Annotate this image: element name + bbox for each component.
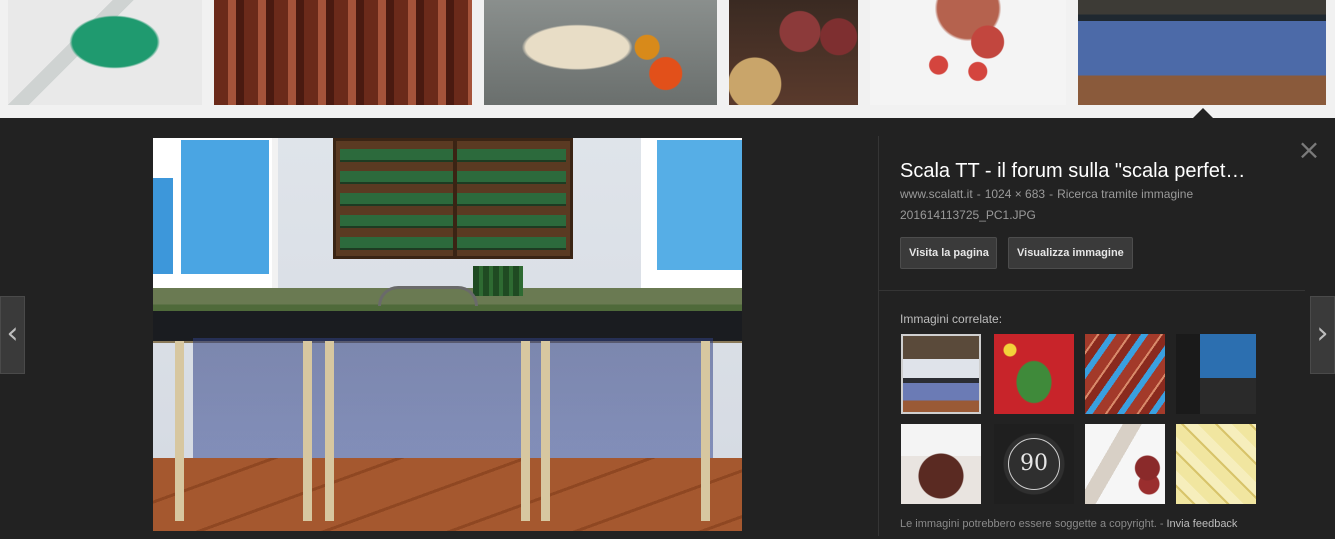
footer-separator: - — [1159, 518, 1164, 530]
copyright-note: Le immagini potrebbero essere soggette a… — [900, 518, 1157, 530]
meta-separator: - — [1049, 187, 1054, 201]
image-floor — [153, 458, 742, 531]
related-image-sausages[interactable] — [1085, 334, 1165, 414]
copyright-footer: Le immagini potrebbero essere soggette a… — [900, 518, 1237, 530]
chevron-right-icon: › — [1316, 316, 1329, 351]
result-filename: 201614113725_PC1.JPG — [900, 208, 1036, 222]
strip-thumbnail-wrap-sandwich[interactable] — [484, 0, 717, 105]
image-layout-board — [153, 311, 742, 341]
image-wall-shadow — [193, 338, 713, 458]
send-feedback-link[interactable]: Invia feedback — [1167, 518, 1238, 530]
previous-arrow-button[interactable]: ‹ — [0, 296, 25, 374]
image-table-leg — [521, 341, 530, 521]
image-window-left — [153, 138, 278, 288]
strip-thumbnail-hanging-sausages[interactable] — [214, 0, 472, 105]
image-display-cabinet — [333, 138, 573, 259]
view-image-button[interactable]: Visualizza immagine — [1008, 237, 1133, 269]
related-image-salami-sliced[interactable] — [1085, 424, 1165, 504]
next-arrow-button[interactable]: › — [1310, 296, 1335, 374]
image-table-leg — [701, 341, 710, 521]
related-image-model-railway[interactable] — [901, 334, 981, 414]
strip-thumbnail-salami-slices[interactable] — [729, 0, 858, 105]
result-site[interactable]: www.scalatt.it — [900, 187, 973, 201]
strip-thumbnail-valve-block[interactable] — [8, 0, 202, 105]
related-image-salami-cover[interactable] — [901, 424, 981, 504]
image-trees — [473, 266, 523, 296]
visit-page-button[interactable]: Visita la pagina — [900, 237, 997, 269]
strip-thumbnail-salami-on-white[interactable] — [870, 0, 1066, 105]
search-by-image-link[interactable]: Ricerca tramite immagine — [1057, 187, 1193, 201]
result-title-link[interactable]: Scala TT - il forum sulla "scala perfet… — [900, 160, 1290, 183]
info-divider — [879, 290, 1305, 291]
chevron-left-icon: ‹ — [6, 316, 19, 351]
related-image-anniversary-seal[interactable]: 90 — [994, 424, 1074, 504]
result-dimensions: 1024 × 683 — [984, 187, 1046, 201]
preview-main-image[interactable] — [153, 138, 742, 531]
image-table-leg — [175, 341, 184, 521]
image-table-leg — [325, 341, 334, 521]
related-image-christmas-tree[interactable] — [994, 334, 1074, 414]
related-images-label: Immagini correlate: — [900, 312, 1003, 326]
thumbnail-strip — [0, 0, 1335, 118]
related-image-presenter[interactable] — [1176, 334, 1256, 414]
related-image-cheese-cubes[interactable] — [1176, 424, 1256, 504]
meta-separator: - — [976, 187, 981, 201]
strip-thumbnail-model-railway-selected[interactable] — [1078, 0, 1326, 105]
close-icon[interactable]: × — [1297, 136, 1321, 164]
image-window-right — [641, 138, 742, 288]
image-bridge — [378, 286, 478, 306]
result-meta: www.scalatt.it -1024 × 683- Ricerca tramit… — [900, 187, 1193, 201]
image-preview-panel: ‹ Scala TT - il forum sulla "scala perfe… — [0, 118, 1335, 539]
image-table-leg — [541, 341, 550, 521]
result-info-column: Scala TT - il forum sulla "scala perfet…… — [878, 136, 1308, 536]
seal-logo-icon: 90 — [1008, 438, 1060, 490]
selection-pointer — [1193, 108, 1213, 118]
image-table-leg — [303, 341, 312, 521]
